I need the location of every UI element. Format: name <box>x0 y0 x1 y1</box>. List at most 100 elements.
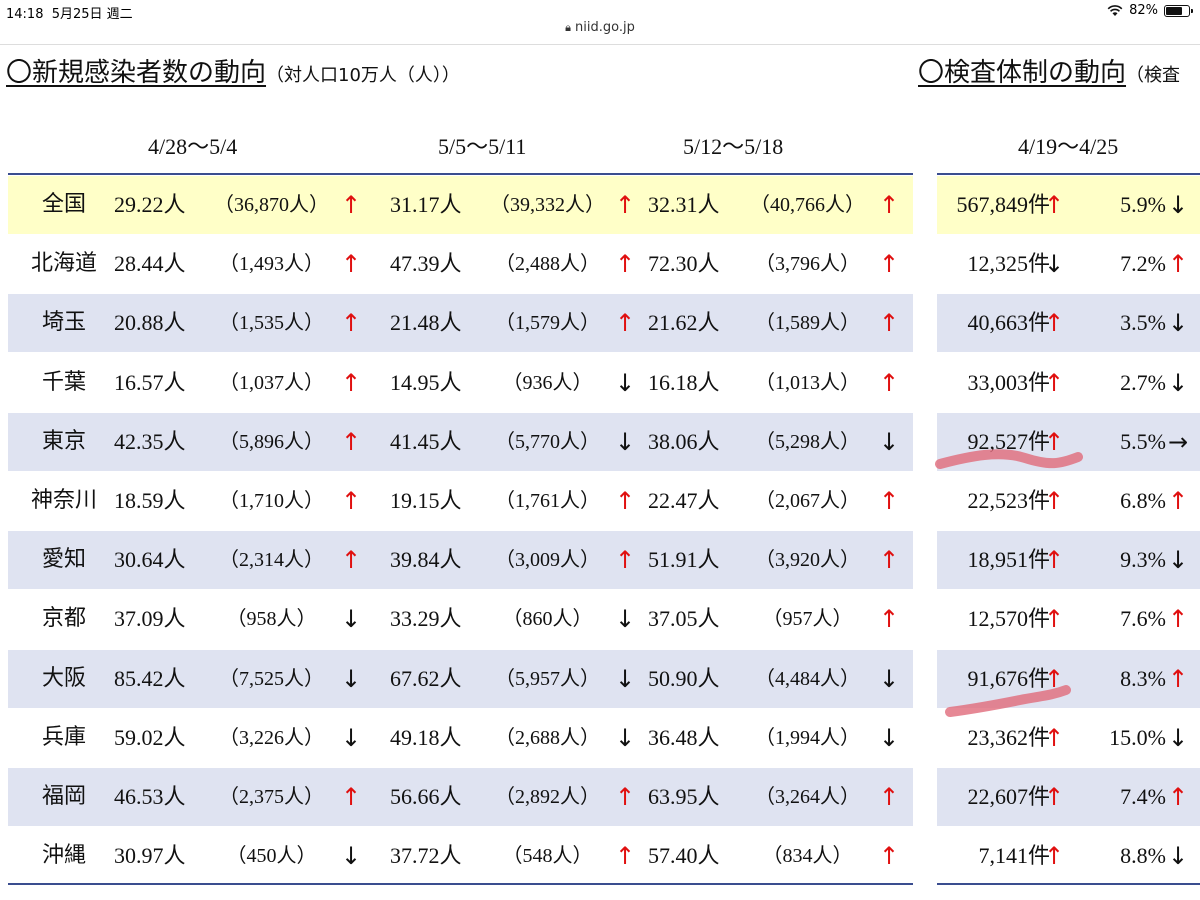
table-row: 愛知 30.64人 （2,314人） ↑ 39.84人 （3,009人） ↑ 51.91人 （3… <box>8 531 913 589</box>
table-row: 東京 42.35人 （5,896人） ↑ 41.45人 （5,770人） ↓ 38.06人 （5… <box>8 413 913 471</box>
case-count: （860人） <box>502 608 593 630</box>
arrow-down-icon: ↓ <box>340 605 362 633</box>
battery-percent: 82% <box>1129 3 1158 18</box>
tests-table-row: 40,663件 ↑ 3.5% ↓ <box>937 294 1200 352</box>
case-count: （5,298人） <box>755 431 860 453</box>
rate-value: 21.48人 <box>390 310 462 335</box>
rate-value: 57.40人 <box>648 843 720 868</box>
period-header-1: 4/28～5/4 <box>148 134 238 159</box>
infection-title-main: 〇新規感染者数の動向 <box>6 58 267 88</box>
prefecture-name: 東京 <box>41 429 86 454</box>
arrow-up-icon: ↑ <box>878 605 900 633</box>
rate-value: 30.64人 <box>114 547 186 572</box>
table-bottom-rule <box>8 883 913 885</box>
testing-title-sub: （検査 <box>1126 65 1181 86</box>
case-count: （957人） <box>762 608 853 630</box>
infection-trend-title: 〇新規感染者数の動向（対人口10万人（人）） <box>6 52 460 89</box>
arrow-up-icon: ↑ <box>614 191 636 219</box>
case-count: （5,957人） <box>495 668 600 690</box>
positivity-rate: 5.5% <box>1120 429 1166 454</box>
arrow-up-icon: ↑ <box>1043 605 1065 633</box>
prefecture-name: 北海道 <box>30 251 97 276</box>
case-count: （1,493人） <box>219 253 324 275</box>
arrow-up-icon: ↑ <box>1167 783 1189 811</box>
test-count: 22,607件 <box>967 784 1050 809</box>
case-count: （5,770人） <box>495 431 600 453</box>
arrow-up-icon: ↑ <box>1043 369 1065 397</box>
rate-value: 28.44人 <box>114 251 186 276</box>
case-count: （450人） <box>226 845 317 867</box>
case-count: （40,766人） <box>750 194 865 216</box>
arrow-up-icon: ↑ <box>340 428 362 456</box>
rate-value: 29.22人 <box>114 192 186 217</box>
arrow-up-icon: ↑ <box>340 250 362 278</box>
positivity-rate: 7.2% <box>1120 251 1166 276</box>
tests-table-row: 22,607件 ↑ 7.4% ↑ <box>937 768 1200 826</box>
test-count: 40,663件 <box>967 310 1050 335</box>
case-count: （3,226人） <box>219 727 324 749</box>
arrow-up-icon: ↑ <box>614 309 636 337</box>
rate-value: 14.95人 <box>390 370 462 395</box>
rate-value: 49.18人 <box>390 725 462 750</box>
tests-table-row: 22,523件 ↑ 6.8% ↑ <box>937 472 1200 530</box>
tests-table-row: 18,951件 ↑ 9.3% ↓ <box>937 531 1200 589</box>
address-bar[interactable]: 🔒︎ niid.go.jp <box>0 20 1200 42</box>
arrow-up-icon: ↑ <box>878 783 900 811</box>
arrow-down-icon: ↓ <box>1167 546 1189 574</box>
rate-value: 50.90人 <box>648 666 720 691</box>
arrow-down-icon: ↓ <box>1167 724 1189 752</box>
rate-value: 41.45人 <box>390 429 462 454</box>
tests-table-row: 12,325件 ↓ 7.2% ↑ <box>937 235 1200 293</box>
case-count: （1,589人） <box>755 312 860 334</box>
arrow-up-icon: ↑ <box>614 487 636 515</box>
case-count: （36,870人） <box>214 194 329 216</box>
table-row: 大阪 85.42人 （7,525人） ↓ 67.62人 （5,957人） ↓ 50.90人 （4… <box>8 650 913 708</box>
prefecture-name: 全国 <box>41 192 86 217</box>
rate-value: 51.91人 <box>648 547 720 572</box>
rate-value: 38.06人 <box>648 429 720 454</box>
case-count: （1,013人） <box>755 372 860 394</box>
rate-value: 39.84人 <box>390 547 462 572</box>
case-count: （4,484人） <box>755 668 860 690</box>
rate-value: 56.66人 <box>390 784 462 809</box>
rate-value: 63.95人 <box>648 784 720 809</box>
table-row: 沖縄 30.97人 （450人） ↓ 37.72人 （548人） ↑ 57.40人 （834人）… <box>8 827 913 885</box>
rate-value: 33.29人 <box>390 606 462 631</box>
case-count: （958人） <box>226 608 317 630</box>
status-right: 82% <box>1107 3 1193 18</box>
arrow-up-icon: ↑ <box>1043 487 1065 515</box>
table-row: 北海道 28.44人 （1,493人） ↑ 47.39人 （2,488人） ↑ 72.30人 （… <box>8 235 913 293</box>
case-count: （834人） <box>762 845 853 867</box>
arrow-up-icon: ↑ <box>340 546 362 574</box>
rate-value: 72.30人 <box>648 251 720 276</box>
table-row: 埼玉 20.88人 （1,535人） ↑ 21.48人 （1,579人） ↑ 21.62人 （1… <box>8 294 913 352</box>
test-count: 12,325件 <box>967 251 1050 276</box>
rate-value: 46.53人 <box>114 784 186 809</box>
tests-table-row: 12,570件 ↑ 7.6% ↑ <box>937 590 1200 648</box>
case-count: （1,037人） <box>219 372 324 394</box>
positivity-rate: 15.0% <box>1109 725 1166 750</box>
arrow-up-icon: ↑ <box>878 546 900 574</box>
arrow-up-icon: ↑ <box>340 783 362 811</box>
table-row: 全国 29.22人 （36,870人） ↑ 31.17人 （39,332人） ↑ 32.31人… <box>8 176 913 234</box>
rate-value: 37.72人 <box>390 843 462 868</box>
arrow-down-icon: ↓ <box>1167 369 1189 397</box>
arrow-down-icon: ↓ <box>1043 250 1065 278</box>
arrow-right-icon: → <box>1167 428 1189 456</box>
status-bar: 14:18 5月25日 週二 82% <box>0 0 1200 22</box>
case-count: （2,375人） <box>219 786 324 808</box>
positivity-rate: 8.3% <box>1120 666 1166 691</box>
table-row: 千葉 16.57人 （1,037人） ↑ 14.95人 （936人） ↓ 16.18人 （1,0… <box>8 354 913 412</box>
arrow-up-icon: ↑ <box>1167 665 1189 693</box>
positivity-rate: 6.8% <box>1120 488 1166 513</box>
table-row: 京都 37.09人 （958人） ↓ 33.29人 （860人） ↓ 37.05人 （957人）… <box>8 590 913 648</box>
testing-title-main: 〇検査体制の動向 <box>918 58 1127 88</box>
testing-trend-title: 〇検査体制の動向（検査 <box>918 52 1180 89</box>
rate-value: 36.48人 <box>648 725 720 750</box>
arrow-up-icon: ↑ <box>878 369 900 397</box>
arrow-up-icon: ↑ <box>878 842 900 870</box>
arrow-down-icon: ↓ <box>1167 842 1189 870</box>
table-row: 兵庫 59.02人 （3,226人） ↓ 49.18人 （2,688人） ↓ 36.48人 （1… <box>8 709 913 767</box>
case-count: （39,332人） <box>490 194 605 216</box>
test-count: 33,003件 <box>967 370 1050 395</box>
